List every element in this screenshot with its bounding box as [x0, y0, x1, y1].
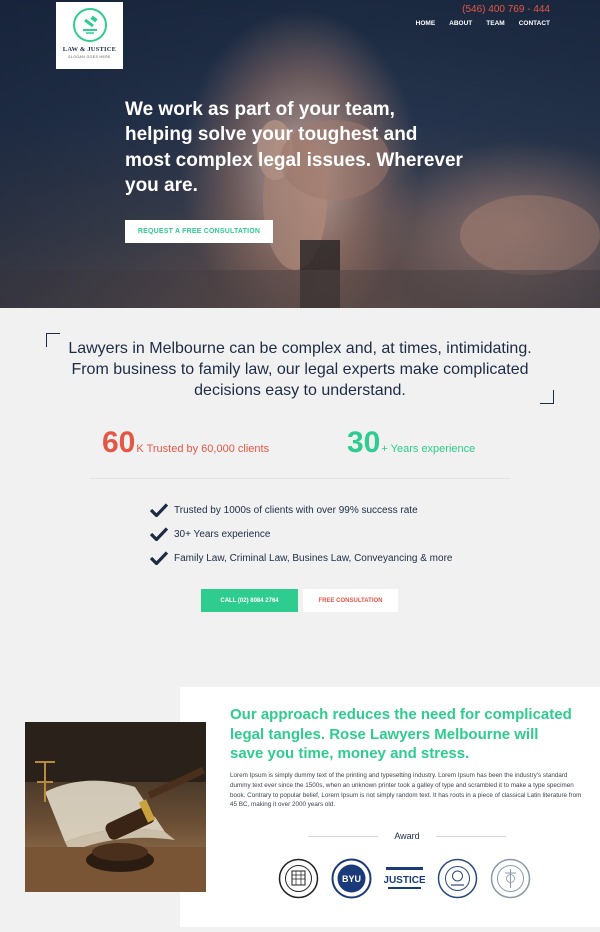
approach-heading: Our approach reduces the need for compli…	[230, 706, 572, 762]
award-divider-right	[436, 836, 506, 837]
list-item: Family Law, Criminal Law, Busines Law, C…	[150, 546, 452, 570]
main-nav: HOME ABOUT TEAM CONTACT	[416, 20, 550, 27]
free-consultation-button[interactable]: FREE CONSULTATION	[303, 589, 398, 612]
justice-logo-text: JUSTICE	[384, 875, 425, 886]
logo-slogan: SLOGAN GOES HERE	[68, 55, 111, 59]
request-consultation-button[interactable]: REQUEST A FREE CONSULTATION	[125, 220, 273, 243]
nav-home[interactable]: HOME	[416, 20, 436, 27]
list-item: Trusted by 1000s of clients with over 99…	[150, 498, 452, 522]
checkmark-icon	[150, 503, 168, 517]
award-title: Award	[394, 831, 420, 841]
stats-divider	[90, 478, 510, 479]
stat-clients-number: 60	[102, 426, 136, 459]
law-school-seal-icon	[278, 858, 319, 899]
logo-title: LAW & JUSTICE	[62, 46, 117, 53]
byu-seal-text: BYU	[342, 874, 361, 884]
justice-association-logo-icon: JUSTICE	[384, 858, 425, 899]
benefits-list: Trusted by 1000s of clients with over 99…	[150, 498, 452, 570]
checkmark-icon	[150, 551, 168, 565]
stat-years: 30 + Years experience	[347, 426, 475, 460]
intro-statement: Lawyers in Melbourne can be complex and,…	[68, 340, 532, 400]
scales-gavel-icon	[72, 8, 107, 42]
nav-about[interactable]: ABOUT	[449, 20, 472, 27]
checkmark-icon	[150, 527, 168, 541]
site-logo[interactable]: LAW & JUSTICE SLOGAN GOES HERE	[56, 2, 123, 69]
benefit-text: Family Law, Criminal Law, Busines Law, C…	[174, 552, 453, 564]
nav-team[interactable]: TEAM	[486, 20, 504, 27]
court-seal-icon	[437, 858, 478, 899]
gavel-photo	[25, 722, 206, 892]
stat-years-label: + Years experience	[381, 443, 476, 455]
call-button[interactable]: CALL (02) 8084 2764	[201, 589, 298, 612]
award-divider-left	[308, 836, 378, 837]
hero-heading: We work as part of your team, helping so…	[125, 99, 463, 196]
award-badges: BYU JUSTICE	[278, 858, 531, 899]
benefit-text: Trusted by 1000s of clients with over 99…	[174, 504, 418, 516]
header-phone[interactable]: (546) 400 769 - 444	[462, 4, 550, 15]
byu-seal-icon: BYU	[331, 858, 372, 899]
stat-clients: 60 K Trusted by 60,000 clients	[102, 426, 269, 460]
list-item: 30+ Years experience	[150, 522, 452, 546]
stat-clients-label: K Trusted by 60,000 clients	[136, 443, 270, 455]
approach-body: Lorem Ipsum is simply dummy text of the …	[230, 772, 582, 809]
benefit-text: 30+ Years experience	[174, 528, 271, 540]
state-seal-icon	[490, 858, 531, 899]
hero-banner: LAW & JUSTICE SLOGAN GOES HERE (546) 400…	[0, 0, 600, 308]
stat-years-number: 30	[347, 426, 381, 459]
nav-contact[interactable]: CONTACT	[519, 20, 550, 27]
